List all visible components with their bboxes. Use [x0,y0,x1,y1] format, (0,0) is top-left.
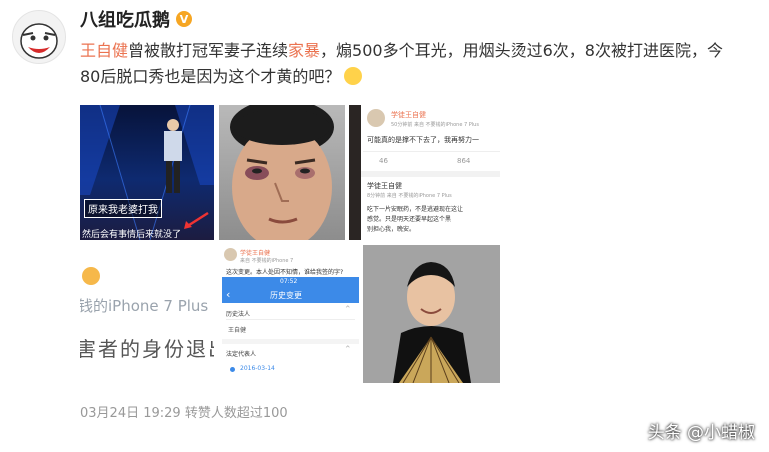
back-icon: ‹ [226,288,231,301]
post-meta: 03月24日 19:29 转赞人数超过100 [80,406,288,421]
watermark: 头条 @小蜡椒 [647,423,755,443]
verified-badge-icon: V [176,11,192,27]
image-caption: 原来我老婆打我 [84,199,162,218]
zoomed-line-2: 害者的身份退出 [80,337,214,361]
photo-strip [349,105,361,240]
arrow-icon [184,211,209,229]
avatar[interactable] [12,10,66,64]
image-zoomed-text[interactable]: 钱的iPhone 7 Plus 害者的身份退出 [80,245,214,383]
divider [363,151,500,152]
image-subtitle: 然后会有事情后来就没了 [82,230,182,240]
weibo-body: 可能真的是撑不下去了，我再努力一 [367,136,479,144]
section-historical-rep: 历史法人 [226,311,251,318]
cartoon-face-icon [20,23,58,59]
weibo-body-line-1: 吃下一片安眠药，不是逃避现在这让 [367,206,464,213]
avatar [224,248,237,261]
separator [222,339,359,344]
post-text-part2: ，煽500多个耳光，用烟头烫过6次，8次被打进医院，今 [320,41,723,60]
chevron-up-icon: ⌃ [344,345,352,355]
emoji-icon [344,67,363,85]
post-text: 王自健曾被散打冠军妻子连续家暴，煽500多个耳光，用烟头烫过6次，8次被打进医院… [80,38,769,90]
image-portrait-fan[interactable] [363,245,500,383]
weibo-body-line-2: 感觉。只是明天还要早起这个黑 [367,216,452,223]
image-bruised-face[interactable] [219,105,345,240]
weibo-body-line-3: 别担心我，晚安。 [367,226,416,233]
weibo-username: 学徒王自健 [391,111,426,119]
weibo-meta-2: 8分钟前 来自 不要钱的iPhone 7 Plus [367,193,452,199]
avatar [367,109,385,127]
image-registration-history[interactable]: 学徒王自健 来自 不要钱的iPhone 7 这次变更。本人处因不知情，谁给我签的… [222,245,359,383]
status-time: 07:52 [280,278,298,285]
image-stage-performance[interactable]: 原来我老婆打我 然后会有事情后来就没了 [80,105,214,240]
like-count: 46 [379,157,388,165]
section-legal-rep: 法定代表人 [226,351,257,358]
post-text-part1: 曾被散打冠军妻子连续 [128,41,289,60]
username[interactable]: 八组吃瓜鹅 [80,6,170,32]
weibo-username: 学徒王自健 [240,250,271,257]
post-text-part3: 80后脱口秀也是因为这个才黄的吧？ [80,67,341,86]
timeline-dot [230,367,235,372]
weibo-meta: 来自 不要钱的iPhone 7 [240,258,294,264]
image-weibo-screenshot[interactable]: 学徒王自健 50分钟前 来自 不要钱的iPhone 7 Plus 可能真的是撑不… [349,105,500,240]
person-name: 王自健 [228,327,247,334]
divider [226,319,355,320]
weibo-meta: 50分钟前 来自 不要钱的iPhone 7 Plus [391,122,479,128]
topic-link-wangzijian[interactable]: 王自健 [80,41,128,60]
emoji-icon [82,267,100,285]
portrait-photo [363,245,500,383]
history-date: 2016-03-14 [240,365,275,372]
weibo-username-2: 学徒王自健 [367,182,402,190]
comment-count: 864 [457,157,471,165]
weibo-body: 这次变更。本人处因不知情，谁给我签的字? [226,269,344,276]
separator [361,171,500,177]
chevron-up-icon: ⌃ [344,305,352,315]
zoomed-line-1: 钱的iPhone 7 Plus [80,297,209,315]
topic-link-jiabao[interactable]: 家暴 [288,41,320,60]
face-photo [230,105,334,240]
nav-title: 历史变更 [270,291,302,300]
